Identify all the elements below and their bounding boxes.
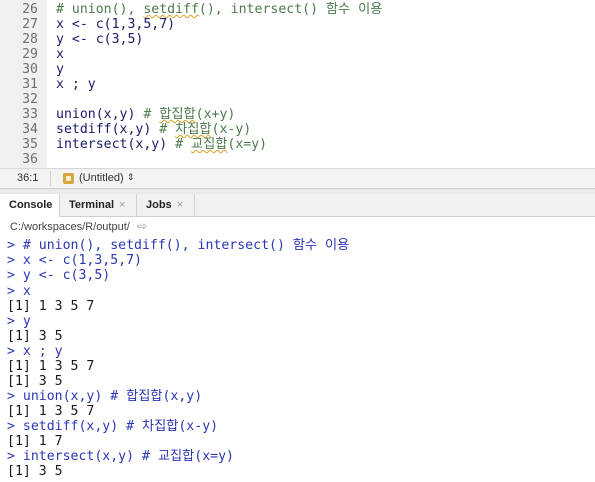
comment-part: # 교집합(x=y) (175, 137, 268, 152)
line-number: 32 (22, 92, 38, 107)
console-line: > y (7, 314, 31, 329)
editor-line-text: # union(), setdiff(), intersect() 함수 이용 (56, 2, 382, 17)
editor-line[interactable]: 28 y <- c(3,5) (0, 32, 595, 47)
line-number: 27 (22, 17, 38, 32)
console-line: > y <- c(3,5) (7, 268, 111, 283)
go-to-directory-icon[interactable]: ⇨ (137, 219, 147, 233)
editor-line[interactable]: 27 x <- c(1,3,5,7) (0, 17, 595, 32)
line-number: 33 (22, 107, 38, 122)
editor-line-text: x ; y (56, 77, 96, 92)
console-line: [1] 1 7 (7, 434, 63, 449)
tab-jobs[interactable]: Jobs × (137, 194, 195, 216)
editor-line[interactable]: 35 intersect(x,y) # 교집합(x=y) (0, 137, 595, 152)
r-file-icon (63, 173, 74, 184)
tab-console[interactable]: Console (0, 194, 60, 217)
editor-line[interactable]: 32 (0, 92, 595, 107)
tab-label: Console (9, 199, 53, 211)
editor-line-text: x (56, 47, 64, 62)
tab-label: Terminal (69, 199, 115, 211)
working-directory-bar: C:/workspaces/R/output/ ⇨ (0, 217, 595, 238)
comment-part: # union(), setdiff(), intersect() 함수 이용 (56, 2, 383, 17)
editor-line[interactable]: 30 y (0, 62, 595, 77)
line-number: 35 (22, 137, 38, 152)
console-line: > x ; y (7, 344, 63, 359)
line-number: 30 (22, 62, 38, 77)
comment-part: # 차집합(x-y) (159, 122, 252, 137)
editor-line[interactable]: 29 x (0, 47, 595, 62)
line-number: 31 (22, 77, 38, 92)
updown-arrow-icon[interactable]: ⇕ (127, 172, 135, 183)
line-number: 26 (22, 2, 38, 17)
line-number: 29 (22, 47, 38, 62)
line-number: 36 (22, 152, 38, 167)
console-line: > x (7, 284, 31, 299)
console-line: > setdiff(x,y) # 차집합(x-y) (7, 419, 219, 434)
editor-line[interactable]: 36 (0, 152, 595, 167)
console-line: > union(x,y) # 합집합(x,y) (7, 389, 203, 404)
console-tab-bar: Console Terminal × Jobs × (0, 194, 595, 217)
editor-line-text: union(x,y) # 합집합(x+y) (56, 107, 235, 122)
console-line: [1] 1 3 5 7 (7, 404, 95, 419)
code-part: union(x,y) (56, 107, 144, 122)
status-divider (50, 171, 51, 186)
console-line: > intersect(x,y) # 교집합(x=y) (7, 449, 234, 464)
editor-status-bar: 36:1 (Untitled) ⇕ (0, 168, 595, 189)
console-line: [1] 1 3 5 7 (7, 299, 95, 314)
editor-line-text: x <- c(1,3,5,7) (56, 17, 176, 32)
line-number: 28 (22, 32, 38, 47)
scope-selector[interactable]: (Untitled) (79, 172, 124, 184)
editor-line-text: y <- c(3,5) (56, 32, 144, 47)
console-line: [1] 1 3 5 7 (7, 359, 95, 374)
console-line: [1] 3 5 (7, 329, 63, 344)
cursor-position: 36:1 (17, 172, 39, 184)
tab-label: Jobs (146, 199, 172, 211)
console-line: [1] 3 5 (7, 464, 63, 479)
editor-line[interactable]: 26 # union(), setdiff(), intersect() 함수 … (0, 2, 595, 17)
console-line: > # union(), setdiff(), intersect() 함수 이… (7, 238, 350, 253)
comment-part: # 합집합(x+y) (143, 107, 236, 122)
line-number: 34 (22, 122, 38, 137)
working-directory-path: C:/workspaces/R/output/ (10, 221, 130, 233)
editor-line[interactable]: 34 setdiff(x,y) # 차집합(x-y) (0, 122, 595, 137)
editor-line-text: intersect(x,y) # 교집합(x=y) (56, 137, 267, 152)
code-part: intersect(x,y) (56, 137, 176, 152)
console-output[interactable]: > # union(), setdiff(), intersect() 함수 이… (0, 238, 595, 482)
close-icon[interactable]: × (119, 199, 125, 211)
editor-line[interactable]: 31 x ; y (0, 77, 595, 92)
tab-terminal[interactable]: Terminal × (60, 194, 137, 216)
console-line: [1] 3 5 (7, 374, 63, 389)
editor-line[interactable]: 33 union(x,y) # 합집합(x+y) (0, 107, 595, 122)
close-icon[interactable]: × (177, 199, 183, 211)
console-line: > x <- c(1,3,5,7) (7, 253, 142, 268)
code-editor[interactable]: 26 # union(), setdiff(), intersect() 함수 … (0, 0, 595, 168)
editor-line-text: y (56, 62, 64, 77)
editor-line-text: setdiff(x,y) # 차집합(x-y) (56, 122, 251, 137)
code-part: setdiff(x,y) (56, 122, 160, 137)
